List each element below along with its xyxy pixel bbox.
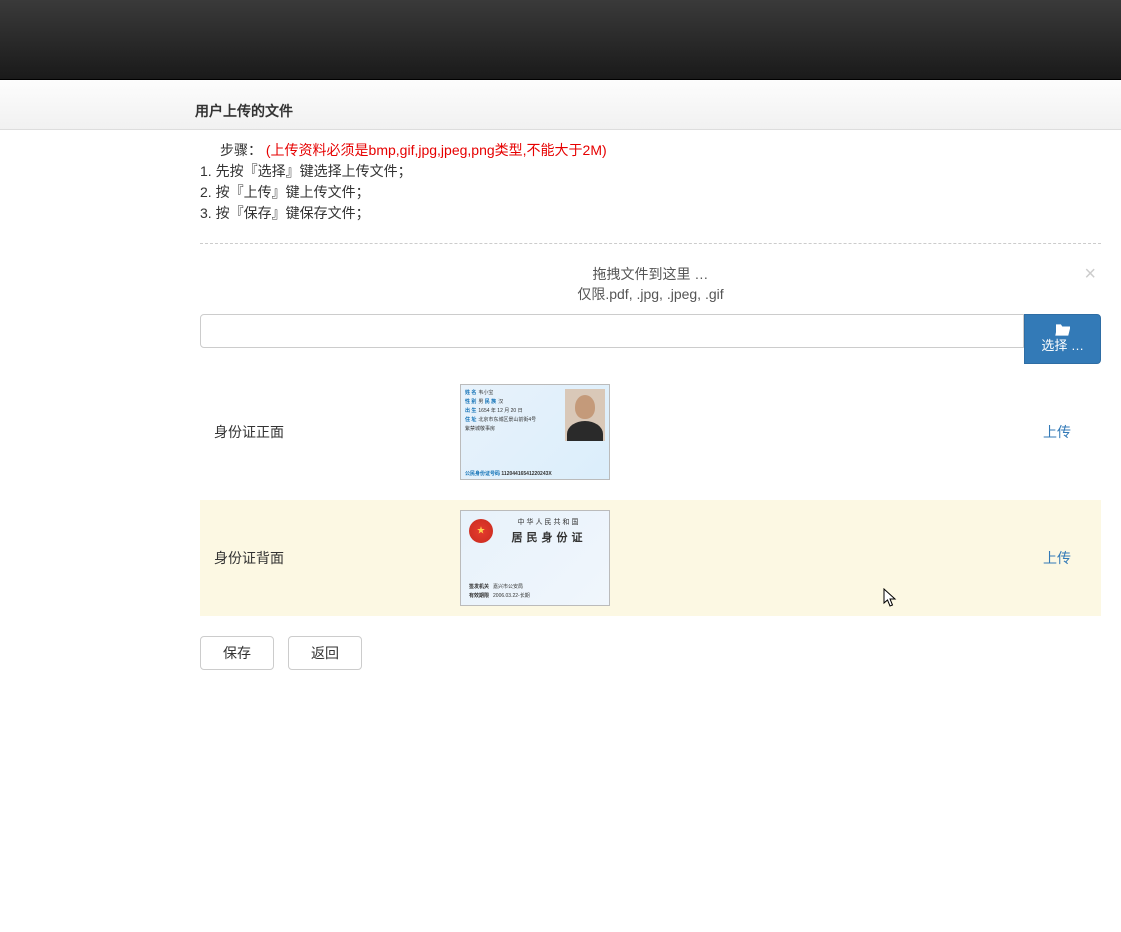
step-item: 2. 按『上传』键上传文件；	[200, 182, 1101, 202]
upload-steps: 步骤： (上传资料必须是bmp,gif,jpg,jpeg,png类型,不能大于2…	[200, 140, 1101, 223]
upload-front-link[interactable]: 上传	[1043, 422, 1091, 442]
main-content: 步骤： (上传资料必须是bmp,gif,jpg,jpeg,png类型,不能大于2…	[180, 130, 1121, 680]
folder-open-icon	[1054, 323, 1072, 337]
select-button-label: 选择 …	[1041, 337, 1084, 355]
page-header: 用户上传的文件	[0, 80, 1121, 130]
id-front-label: 身份证正面	[210, 422, 460, 442]
select-file-button[interactable]: 选择 …	[1024, 314, 1101, 364]
dropzone-limit: 仅限.pdf, .jpg, .jpeg, .gif	[200, 284, 1101, 304]
id-front-row: 身份证正面 姓 名韦小宝 性 别男 民 族汉 出 生1654 年 12 月 20…	[200, 374, 1101, 490]
back-button[interactable]: 返回	[288, 636, 362, 670]
save-button[interactable]: 保存	[200, 636, 274, 670]
steps-list: 1. 先按『选择』键选择上传文件； 2. 按『上传』键上传文件； 3. 按『保存…	[200, 161, 1101, 223]
file-input-row: 选择 …	[200, 314, 1101, 364]
steps-warning: (上传资料必须是bmp,gif,jpg,jpeg,png类型,不能大于2M)	[266, 142, 607, 158]
step-item: 3. 按『保存』键保存文件；	[200, 203, 1101, 223]
id-back-preview[interactable]: 中华人民共和国 居民身份证 签发机关嘉兴市公安局 有效期限2006.03.22-…	[460, 510, 610, 606]
action-buttons: 保存 返回	[200, 636, 1101, 670]
top-nav-bar	[0, 0, 1121, 80]
step-item: 1. 先按『选择』键选择上传文件；	[200, 161, 1101, 181]
steps-label: 步骤：	[200, 142, 262, 158]
file-path-input[interactable]	[200, 314, 1024, 348]
id-back-preview-wrap: 中华人民共和国 居民身份证 签发机关嘉兴市公安局 有效期限2006.03.22-…	[460, 510, 1043, 606]
dropzone[interactable]: × 拖拽文件到这里 … 仅限.pdf, .jpg, .jpeg, .gif	[200, 264, 1101, 304]
upload-back-link[interactable]: 上传	[1043, 548, 1091, 568]
emblem-icon	[469, 519, 493, 543]
id-back-row: 身份证背面 中华人民共和国 居民身份证 签发机关嘉兴市公安局 有效期限2006.…	[200, 500, 1101, 616]
dropzone-text: 拖拽文件到这里 …	[200, 264, 1101, 284]
page-title: 用户上传的文件	[195, 101, 293, 121]
upload-section: × 拖拽文件到这里 … 仅限.pdf, .jpg, .jpeg, .gif 选择…	[200, 243, 1101, 670]
id-photo	[565, 389, 605, 441]
id-front-preview-wrap: 姓 名韦小宝 性 别男 民 族汉 出 生1654 年 12 月 20 日 住 址…	[460, 384, 1043, 480]
id-front-preview[interactable]: 姓 名韦小宝 性 别男 民 族汉 出 生1654 年 12 月 20 日 住 址…	[460, 384, 610, 480]
id-back-label: 身份证背面	[210, 548, 460, 568]
close-icon[interactable]: ×	[1084, 264, 1096, 284]
